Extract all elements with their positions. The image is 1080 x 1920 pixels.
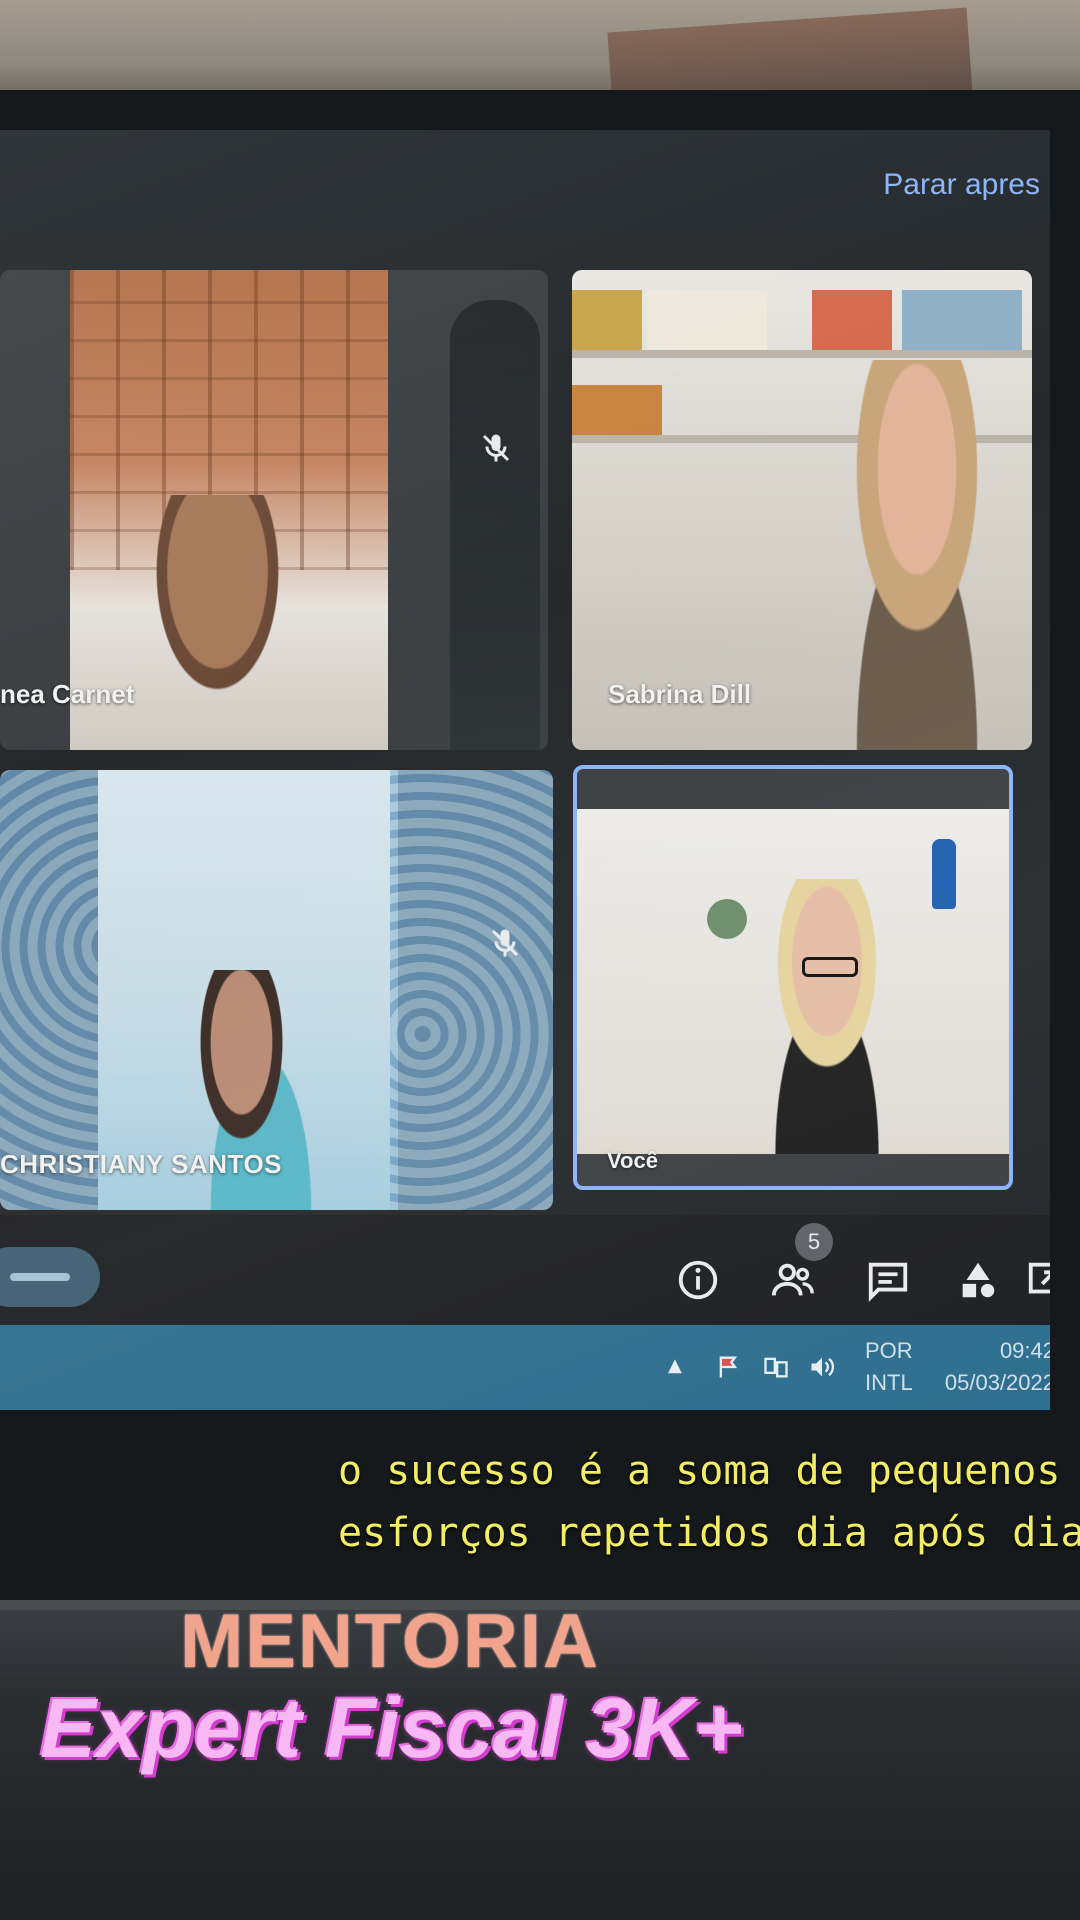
laptop-screen: Parar apres nea Carnet Sabrina Dill CHRI… bbox=[0, 130, 1050, 1410]
overlay-subtitle: Expert Fiscal 3K+ bbox=[40, 1681, 743, 1775]
participant-tile[interactable]: Sabrina Dill bbox=[572, 270, 1032, 750]
participant-figure bbox=[737, 879, 917, 1154]
stop-presenting-button[interactable]: Parar apres bbox=[883, 168, 1040, 202]
mic-off-icon bbox=[482, 434, 510, 462]
participant-name: Sabrina Dill bbox=[608, 679, 752, 709]
activities-icon[interactable] bbox=[955, 1257, 1001, 1303]
network-icon[interactable] bbox=[762, 1353, 790, 1381]
participant-tile[interactable]: nea Carnet bbox=[0, 270, 548, 750]
screen-pattern bbox=[390, 770, 553, 1210]
overlay-title: MENTORIA bbox=[180, 1599, 600, 1684]
participant-name: nea Carnet bbox=[0, 679, 135, 709]
volume-icon[interactable] bbox=[808, 1353, 836, 1381]
participant-tile[interactable]: CHRISTIANY SANTOS bbox=[0, 770, 553, 1210]
chat-icon[interactable] bbox=[865, 1257, 911, 1303]
bottle bbox=[932, 839, 956, 909]
system-clock[interactable]: 09:42 05/03/2022 bbox=[940, 1335, 1050, 1399]
participant-name: CHRISTIANY SANTOS bbox=[0, 1149, 283, 1179]
participant-figure bbox=[812, 360, 1022, 750]
participant-video bbox=[70, 270, 388, 750]
more-icon[interactable] bbox=[1025, 1257, 1050, 1303]
books bbox=[572, 290, 642, 350]
self-participant-tile[interactable]: Você bbox=[573, 765, 1013, 1190]
meet-control-bar: 5 bbox=[0, 1215, 1050, 1325]
participant-count-badge: 5 bbox=[795, 1223, 833, 1261]
language-code: POR bbox=[865, 1338, 913, 1363]
participant-video bbox=[577, 809, 1009, 1154]
books bbox=[572, 385, 662, 435]
books bbox=[647, 290, 767, 350]
video-subtitles: o sucesso é a soma de pequenos esforços … bbox=[338, 1440, 1080, 1564]
participant-name: Você bbox=[607, 1148, 658, 1173]
info-icon[interactable] bbox=[675, 1257, 721, 1303]
participant-video bbox=[98, 770, 398, 1210]
people-icon[interactable] bbox=[770, 1257, 816, 1303]
glasses bbox=[802, 957, 858, 977]
bookshelf bbox=[572, 350, 1032, 358]
mic-off-icon bbox=[491, 929, 519, 957]
keyboard-layout: INTL bbox=[865, 1370, 913, 1395]
books bbox=[812, 290, 892, 350]
reflection-figure bbox=[450, 300, 540, 750]
participant-video bbox=[572, 270, 1032, 750]
clock-date: 05/03/2022 bbox=[944, 1370, 1050, 1395]
input-language-indicator[interactable]: POR INTL bbox=[865, 1335, 913, 1399]
subtitle-line: o sucesso é a soma de pequenos bbox=[338, 1448, 1061, 1494]
call-control-button[interactable] bbox=[0, 1247, 100, 1307]
show-hidden-icons-icon[interactable]: ▲ bbox=[668, 1355, 682, 1376]
subtitle-line: esforços repetidos dia após dia. bbox=[338, 1510, 1080, 1556]
books bbox=[902, 290, 1022, 350]
flag-icon[interactable] bbox=[715, 1353, 743, 1381]
clock-time: 09:42 bbox=[999, 1338, 1050, 1363]
meet-header: Parar apres bbox=[0, 130, 1050, 230]
participant-figure bbox=[125, 495, 310, 750]
taskbar: ▲ POR INTL 09:42 05/03/2022 bbox=[0, 1325, 1050, 1410]
screen-pattern bbox=[0, 770, 98, 1210]
